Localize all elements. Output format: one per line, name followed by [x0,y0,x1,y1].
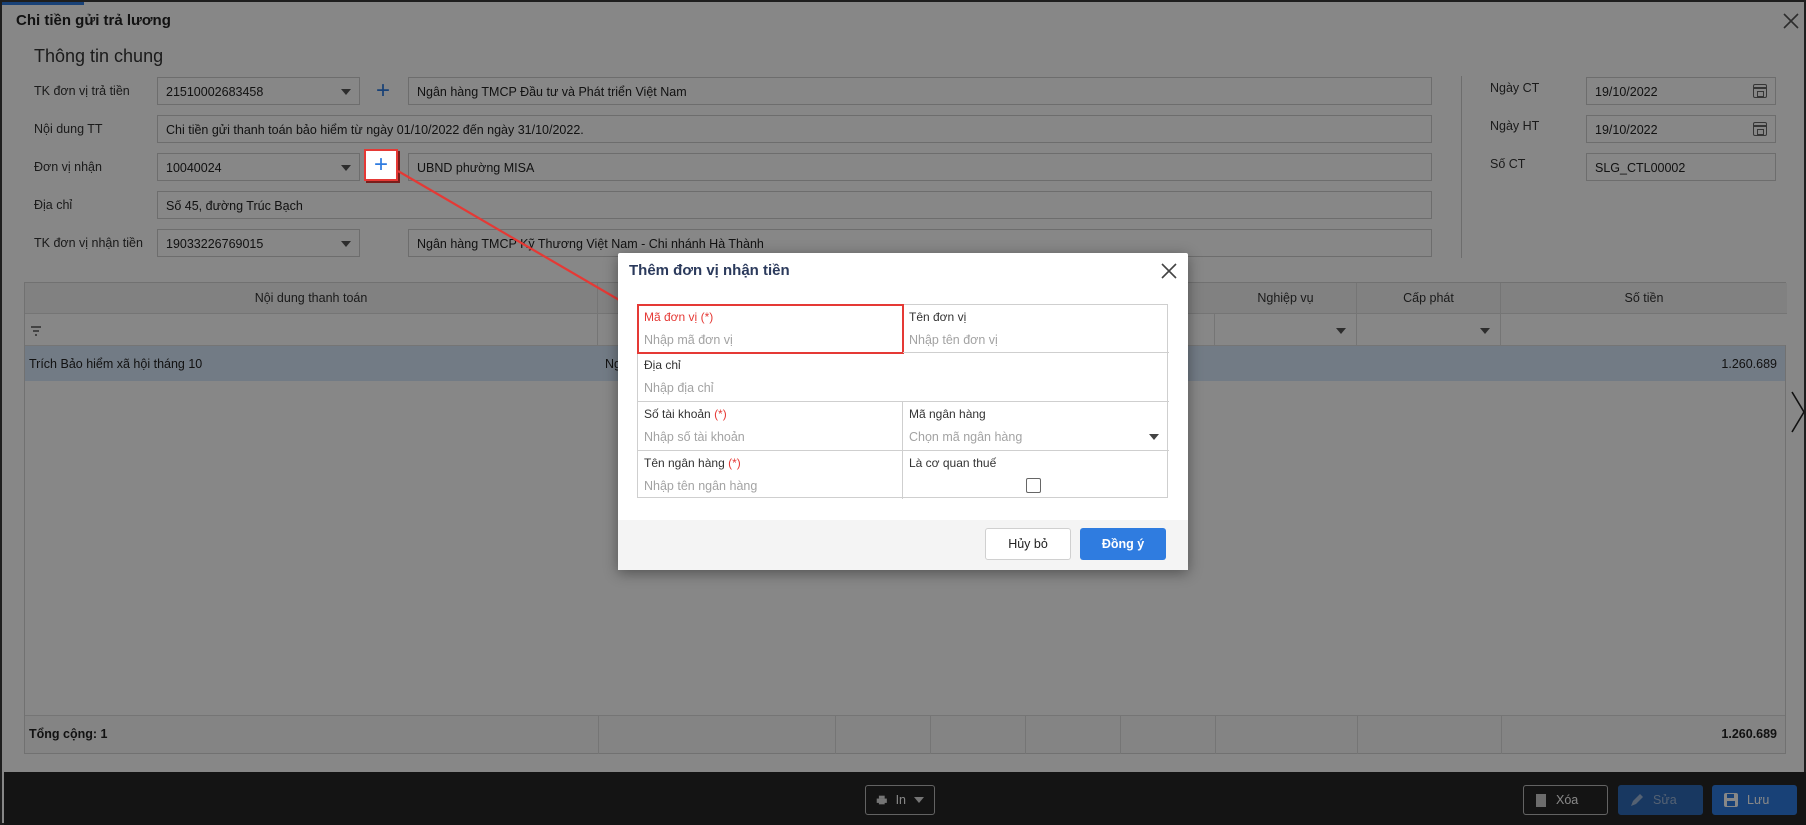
dia-chi-field[interactable]: Địa chỉ Nhập địa chỉ [638,353,1169,402]
dialog-title: Thêm đơn vị nhận tiền [629,262,790,279]
ten-don-vi-field[interactable]: Tên đơn vị Nhập tên đơn vị [903,305,1169,353]
add-recipient-dialog: Thêm đơn vị nhận tiền Mã đơn vị (*) Nhập… [618,253,1188,570]
co-quan-thue-field: Là cơ quan thuế [903,451,1169,499]
ma-ngan-hang-field[interactable]: Mã ngân hàng Chọn mã ngân hàng [903,402,1169,451]
so-tk-input[interactable]: Nhập số tài khoản [644,430,745,444]
so-tk-field[interactable]: Số tài khoản (*) Nhập số tài khoản [638,402,903,451]
required-mark: (*) [714,407,727,421]
plus-icon: + [373,151,388,178]
dialog-form: Mã đơn vị (*) Nhập mã đơn vị Tên đơn vị … [637,304,1169,499]
dia-chi-input[interactable]: Nhập địa chỉ [644,381,714,395]
add-recipient-button-highlight[interactable]: + [364,149,398,181]
required-mark: (*) [700,310,714,324]
dia-chi-label: Địa chỉ [644,358,681,372]
so-tk-label: Số tài khoản [644,407,711,421]
ten-ngan-hang-label: Tên ngân hàng [644,456,725,470]
ma-don-vi-input[interactable]: Nhập mã đơn vị [644,333,733,347]
ok-button[interactable]: Đồng ý [1080,528,1166,560]
ma-ngan-hang-select[interactable]: Chọn mã ngân hàng [909,430,1022,444]
ma-don-vi-field[interactable]: Mã đơn vị (*) Nhập mã đơn vị [637,304,904,354]
dropdown-arrow-icon [1149,434,1159,440]
ten-ngan-hang-input[interactable]: Nhập tên ngân hàng [644,479,757,493]
ma-ngan-hang-label: Mã ngân hàng [909,407,986,421]
co-quan-thue-label: Là cơ quan thuế [909,456,997,470]
dialog-footer: Hủy bỏ Đồng ý [618,520,1188,570]
close-icon[interactable] [1160,262,1178,280]
ten-ngan-hang-field[interactable]: Tên ngân hàng (*) Nhập tên ngân hàng [638,451,903,499]
co-quan-thue-checkbox[interactable] [1026,478,1041,493]
required-mark: (*) [728,456,741,470]
ten-don-vi-label: Tên đơn vị [909,310,967,324]
ma-don-vi-label: Mã đơn vị [644,310,698,324]
cancel-button[interactable]: Hủy bỏ [985,528,1071,560]
chevron-right-icon[interactable] [1790,390,1806,434]
ten-don-vi-input[interactable]: Nhập tên đơn vị [909,333,998,347]
